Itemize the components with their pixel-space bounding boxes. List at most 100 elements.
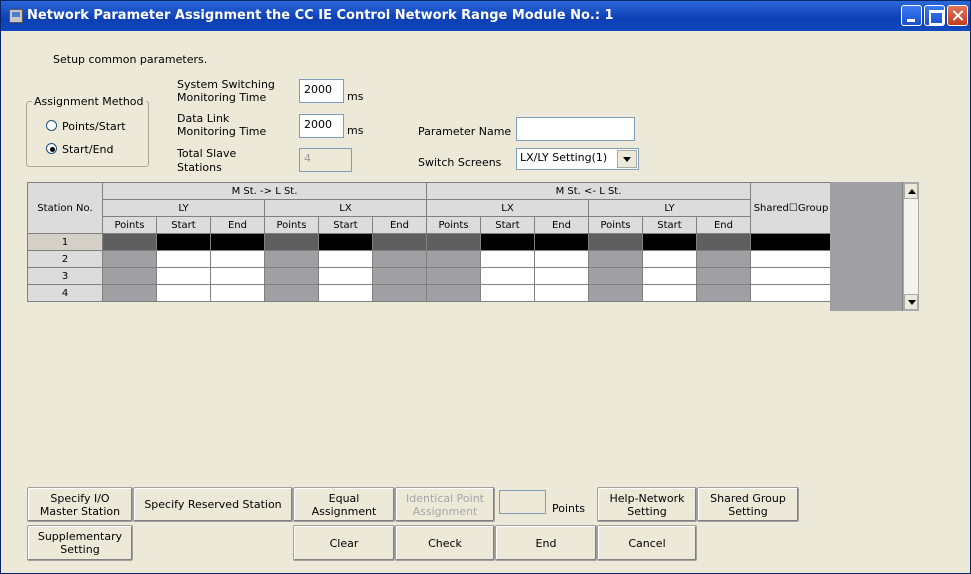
cell[interactable] <box>102 284 157 302</box>
cell[interactable] <box>426 284 481 302</box>
total-slave-label: Total Slave <box>177 147 237 160</box>
clear-button[interactable]: Clear <box>293 525 395 561</box>
cell[interactable] <box>156 250 211 268</box>
radio-points-start-label[interactable]: Points/Start <box>62 120 126 133</box>
station-number: 2 <box>27 250 103 268</box>
cancel-button[interactable]: Cancel <box>597 525 697 561</box>
system-switching-label: System Switching <box>177 78 275 91</box>
cell[interactable] <box>696 233 751 251</box>
cell[interactable] <box>480 250 535 268</box>
cell[interactable] <box>750 267 832 285</box>
supplementary-setting-button[interactable]: Supplementary Setting <box>27 525 133 561</box>
parameter-name-input[interactable] <box>516 117 635 141</box>
intro-text: Setup common parameters. <box>53 53 208 66</box>
cell[interactable] <box>264 233 319 251</box>
cell[interactable] <box>264 267 319 285</box>
check-button[interactable]: Check <box>395 525 495 561</box>
cell[interactable] <box>534 233 589 251</box>
col-points: Points <box>426 216 481 234</box>
cell[interactable] <box>210 284 265 302</box>
cell[interactable] <box>156 233 211 251</box>
radio-points-start[interactable] <box>46 120 57 131</box>
table-row[interactable]: 3 <box>27 267 832 285</box>
cell[interactable] <box>264 284 319 302</box>
cell[interactable] <box>588 250 643 268</box>
cell[interactable] <box>318 250 373 268</box>
cell[interactable] <box>480 233 535 251</box>
shared-group-setting-button[interactable]: Shared Group Setting <box>697 487 799 522</box>
cell[interactable] <box>264 250 319 268</box>
end-button[interactable]: End <box>495 525 597 561</box>
cell[interactable] <box>372 267 427 285</box>
cell[interactable] <box>102 250 157 268</box>
cell[interactable] <box>210 233 265 251</box>
total-slave-label-2: Stations <box>177 161 222 174</box>
cell[interactable] <box>750 233 832 251</box>
cell[interactable] <box>642 233 697 251</box>
col-points: Points <box>102 216 157 234</box>
station-number: 4 <box>27 284 103 302</box>
cell[interactable] <box>372 284 427 302</box>
equal-assignment-button[interactable]: Equal Assignment <box>293 487 395 522</box>
cell[interactable] <box>210 250 265 268</box>
cell[interactable] <box>750 284 832 302</box>
shared-group-header: Shared☐Group <box>750 182 832 234</box>
cell[interactable] <box>588 233 643 251</box>
table-row[interactable]: 2 <box>27 250 832 268</box>
close-button[interactable] <box>947 5 968 26</box>
station-number: 3 <box>27 267 103 285</box>
help-network-setting-button[interactable]: Help-Network Setting <box>597 487 697 522</box>
cell[interactable] <box>480 267 535 285</box>
cell[interactable] <box>696 267 751 285</box>
cell[interactable] <box>534 250 589 268</box>
vertical-scrollbar[interactable] <box>903 182 919 311</box>
cell[interactable] <box>426 250 481 268</box>
cell[interactable] <box>318 284 373 302</box>
switch-screens-value: LX/LY Setting(1) <box>520 151 608 164</box>
maximize-button[interactable] <box>924 5 945 26</box>
col-end: End <box>210 216 265 234</box>
cell[interactable] <box>480 284 535 302</box>
radio-start-end[interactable] <box>46 143 57 154</box>
col-end: End <box>696 216 751 234</box>
cell[interactable] <box>696 250 751 268</box>
cell[interactable] <box>750 250 832 268</box>
group-a-header: M St. -> L St. <box>102 182 427 200</box>
cell[interactable] <box>426 233 481 251</box>
table-row[interactable]: 1 <box>27 233 832 251</box>
cell[interactable] <box>372 233 427 251</box>
radio-start-end-label[interactable]: Start/End <box>62 143 113 156</box>
cell[interactable] <box>642 250 697 268</box>
cell[interactable] <box>318 233 373 251</box>
data-link-input[interactable]: 2000 <box>299 114 344 138</box>
cell[interactable] <box>588 267 643 285</box>
cell[interactable] <box>318 267 373 285</box>
col-end: End <box>372 216 427 234</box>
cell[interactable] <box>588 284 643 302</box>
cell[interactable] <box>642 284 697 302</box>
cell[interactable] <box>156 267 211 285</box>
cell[interactable] <box>642 267 697 285</box>
cell[interactable] <box>102 267 157 285</box>
points-input <box>499 490 546 514</box>
cell[interactable] <box>534 267 589 285</box>
system-switching-input[interactable]: 2000 <box>299 79 344 103</box>
specify-io-master-button[interactable]: Specify I/O Master Station <box>27 487 133 522</box>
cell[interactable] <box>102 233 157 251</box>
cell[interactable] <box>534 284 589 302</box>
table-row[interactable]: 4 <box>27 284 832 302</box>
title-bar[interactable]: Network Parameter Assignment the CC IE C… <box>1 1 970 31</box>
total-slave-input: 4 <box>299 148 352 172</box>
scroll-up-icon[interactable] <box>904 183 918 199</box>
scroll-down-icon[interactable] <box>904 294 918 310</box>
system-switching-unit: ms <box>347 90 364 103</box>
cell[interactable] <box>210 267 265 285</box>
cell[interactable] <box>426 267 481 285</box>
chevron-down-icon[interactable] <box>617 150 637 168</box>
cell[interactable] <box>156 284 211 302</box>
cell[interactable] <box>696 284 751 302</box>
specify-reserved-station-button[interactable]: Specify Reserved Station <box>133 487 293 522</box>
network-parameter-window: Network Parameter Assignment the CC IE C… <box>0 0 971 574</box>
cell[interactable] <box>372 250 427 268</box>
minimize-button[interactable] <box>901 5 922 26</box>
